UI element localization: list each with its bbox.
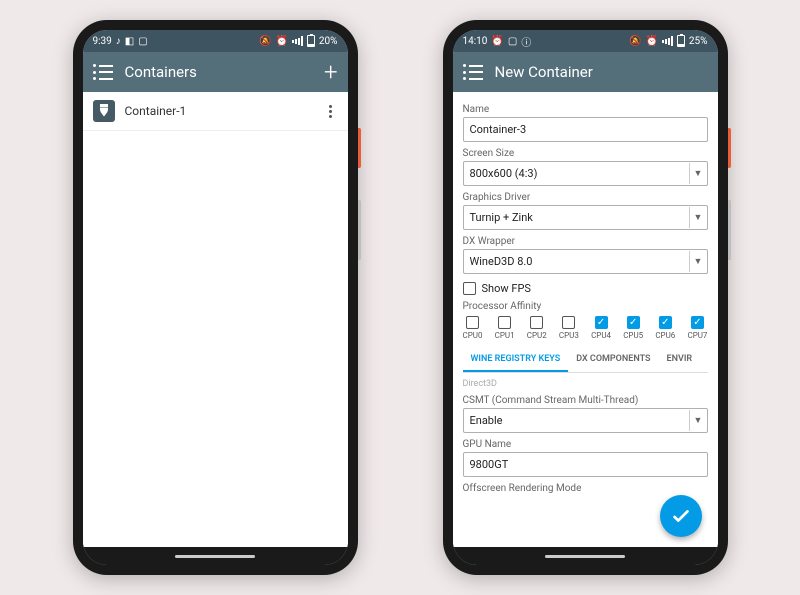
signal-icon (662, 36, 673, 46)
confirm-fab[interactable] (660, 495, 702, 537)
show-fps-checkbox[interactable] (463, 282, 476, 295)
show-fps-label: Show FPS (482, 282, 531, 295)
cpu-cell[interactable]: CPU3 (559, 316, 579, 340)
d3d-section-label: Direct3D (463, 379, 708, 389)
home-indicator[interactable] (175, 555, 255, 558)
cpu-label: CPU2 (527, 331, 547, 340)
container-icon (93, 100, 115, 122)
dx-wrapper-select[interactable]: WineD3D 8.0▼ (463, 249, 708, 274)
new-container-form: Name Container-3 Screen Size 800x600 (4:… (453, 92, 718, 547)
chevron-down-icon: ▼ (689, 410, 707, 431)
app-bar: Containers + (83, 52, 348, 92)
info-icon: ⓘ (521, 34, 531, 49)
cpu-grid: CPU0 CPU1 CPU2 CPU3 ✓ CPU4 ✓ CPU5 ✓ CPU6 ✓ CPU7 (463, 316, 708, 340)
cpu-cell[interactable]: CPU0 (463, 316, 483, 340)
mute-icon: 🔕 (259, 36, 271, 47)
tab[interactable]: ENVIR (659, 348, 701, 372)
tiktok-icon: ♪ (116, 36, 121, 47)
battery-pct: 20% (319, 36, 338, 47)
cpu-cell[interactable]: CPU1 (495, 316, 515, 340)
tabs: WINE REGISTRY KEYSDX COMPONENTSENVIR (463, 348, 708, 373)
cpu-checkbox[interactable]: ✓ (627, 316, 640, 329)
alarm-icon: ⏰ (275, 36, 287, 47)
tab[interactable]: WINE REGISTRY KEYS (463, 348, 569, 372)
csmt-select[interactable]: Enable▼ (463, 408, 708, 433)
cpu-cell[interactable]: ✓ CPU6 (655, 316, 675, 340)
status-bar: 14:10 ⏰ ▢ ⓘ 🔕 ⏰ 25% (453, 30, 718, 52)
square-icon: ▢ (508, 36, 517, 47)
cpu-cell[interactable]: ✓ CPU5 (623, 316, 643, 340)
screen-left: 9:39 ♪ ◧ ▢ 🔕 ⏰ 20% Containers + (83, 30, 348, 565)
cpu-cell[interactable]: ✓ CPU7 (687, 316, 707, 340)
page-title: New Container (495, 63, 708, 81)
cpu-label: CPU0 (463, 331, 483, 340)
csmt-label: CSMT (Command Stream Multi-Thread) (463, 395, 708, 406)
graphics-driver-label: Graphics Driver (463, 192, 708, 203)
cpu-checkbox[interactable]: ✓ (659, 316, 672, 329)
name-input[interactable]: Container-3 (463, 117, 708, 142)
screen-size-select[interactable]: 800x600 (4:3)▼ (463, 161, 708, 186)
cpu-checkbox[interactable] (530, 316, 543, 329)
gpu-name-input[interactable]: 9800GT (463, 452, 708, 477)
offscreen-label: Offscreen Rendering Mode (463, 483, 708, 494)
screen-size-label: Screen Size (463, 148, 708, 159)
gpu-name-label: GPU Name (463, 439, 708, 450)
cpu-label: CPU5 (623, 331, 643, 340)
cpu-checkbox[interactable]: ✓ (595, 316, 608, 329)
clock: 9:39 (93, 36, 112, 47)
cpu-label: CPU1 (495, 331, 515, 340)
cpu-label: CPU3 (559, 331, 579, 340)
dx-wrapper-label: DX Wrapper (463, 236, 708, 247)
app-bar: New Container (453, 52, 718, 92)
menu-icon[interactable] (93, 64, 113, 80)
square-icon: ▢ (138, 36, 147, 47)
cpu-checkbox[interactable] (498, 316, 511, 329)
cpu-label: CPU6 (655, 331, 675, 340)
cpu-label: CPU7 (687, 331, 707, 340)
status-bar: 9:39 ♪ ◧ ▢ 🔕 ⏰ 20% (83, 30, 348, 52)
screen-right: 14:10 ⏰ ▢ ⓘ 🔕 ⏰ 25% New Container Nam (453, 30, 718, 565)
container-list: Container-1 (83, 92, 348, 547)
item-menu-button[interactable] (323, 101, 338, 122)
nav-bar (83, 547, 348, 565)
cpu-cell[interactable]: ✓ CPU4 (591, 316, 611, 340)
show-fps-row[interactable]: Show FPS (463, 282, 708, 295)
phone-right: 14:10 ⏰ ▢ ⓘ 🔕 ⏰ 25% New Container Nam (443, 20, 728, 575)
tab[interactable]: DX COMPONENTS (568, 348, 658, 372)
home-indicator[interactable] (545, 555, 625, 558)
page-title: Containers (125, 63, 312, 81)
alarm-icon: ⏰ (491, 36, 503, 47)
chevron-down-icon: ▼ (689, 163, 707, 184)
graphics-driver-select[interactable]: Turnip + Zink▼ (463, 205, 708, 230)
battery-icon (307, 35, 315, 47)
signal-icon (292, 36, 303, 46)
processor-affinity-label: Processor Affinity (463, 301, 708, 312)
name-label: Name (463, 104, 708, 115)
chevron-down-icon: ▼ (689, 251, 707, 272)
mute-icon: 🔕 (629, 36, 641, 47)
app-icon: ◧ (125, 36, 134, 47)
nav-bar (453, 547, 718, 565)
add-button[interactable]: + (324, 60, 338, 84)
clock: 14:10 (463, 36, 488, 47)
cpu-checkbox[interactable] (466, 316, 479, 329)
menu-icon[interactable] (463, 64, 483, 80)
cpu-checkbox[interactable] (562, 316, 575, 329)
cpu-checkbox[interactable]: ✓ (691, 316, 704, 329)
alarm-icon: ⏰ (645, 36, 657, 47)
battery-icon (677, 35, 685, 47)
cpu-label: CPU4 (591, 331, 611, 340)
cpu-cell[interactable]: CPU2 (527, 316, 547, 340)
chevron-down-icon: ▼ (689, 207, 707, 228)
phone-left: 9:39 ♪ ◧ ▢ 🔕 ⏰ 20% Containers + (73, 20, 358, 575)
list-item[interactable]: Container-1 (83, 92, 348, 131)
list-item-label: Container-1 (125, 104, 313, 118)
battery-pct: 25% (689, 36, 708, 47)
